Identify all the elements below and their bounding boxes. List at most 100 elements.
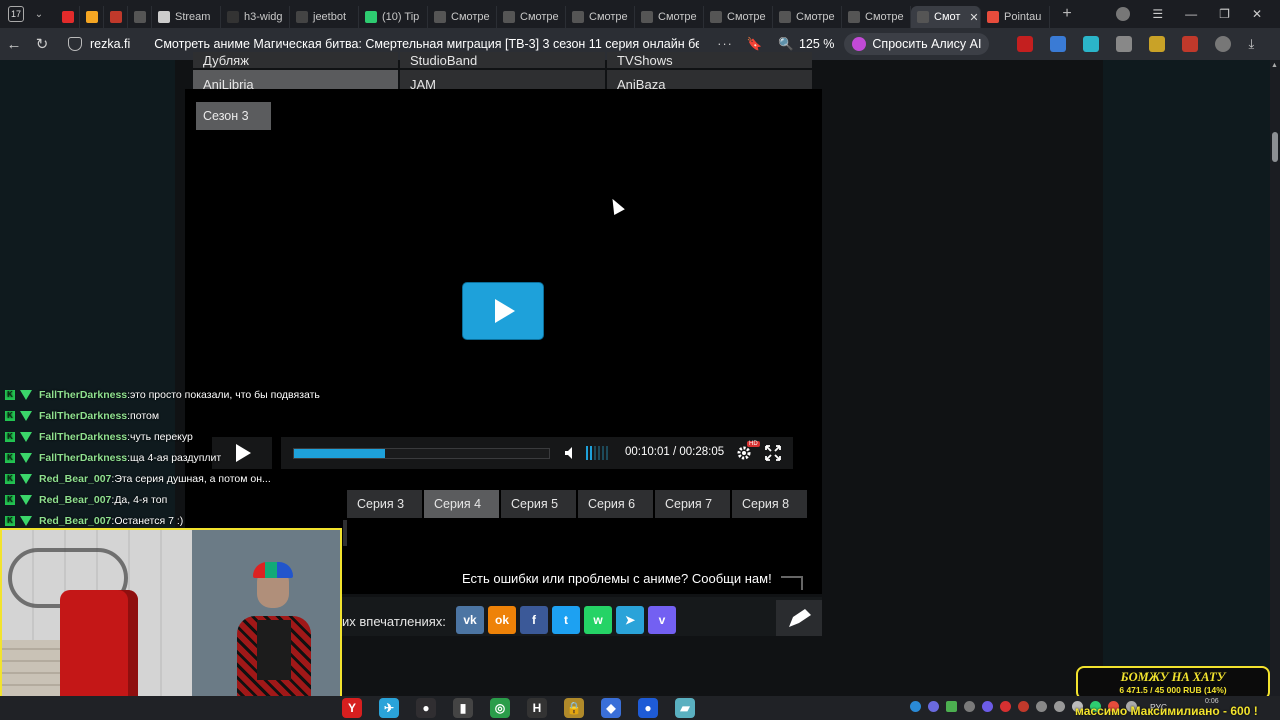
browser-tab[interactable]: jeetbot bbox=[290, 6, 359, 28]
ok-icon[interactable]: ok bbox=[488, 606, 516, 634]
browser-tab[interactable]: Смотре bbox=[773, 6, 842, 28]
viber-icon[interactable]: v bbox=[648, 606, 676, 634]
yandex-icon[interactable]: Y bbox=[342, 698, 362, 718]
episode-button[interactable]: Серия 4 bbox=[424, 490, 499, 518]
tray-icon-6[interactable] bbox=[1000, 701, 1011, 712]
window-icon[interactable]: ▰ bbox=[675, 698, 695, 718]
browser-tab[interactable] bbox=[80, 6, 104, 28]
minimize-button[interactable]: — bbox=[1185, 7, 1197, 21]
tab-counter[interactable]: 17 bbox=[8, 6, 24, 22]
vk-icon[interactable]: vk bbox=[456, 606, 484, 634]
reload-button[interactable]: ↻ bbox=[28, 35, 56, 53]
volume-bar bbox=[590, 446, 592, 460]
extension-icon-3[interactable] bbox=[1149, 36, 1166, 52]
glasses-icon[interactable] bbox=[1116, 36, 1133, 52]
season-button[interactable]: Сезон 3 bbox=[196, 102, 271, 130]
scrollbar[interactable]: ▲ bbox=[1270, 60, 1280, 696]
tray-icon-1[interactable] bbox=[910, 701, 921, 712]
scroll-thumb[interactable] bbox=[1272, 132, 1278, 162]
profile-icon[interactable] bbox=[1116, 7, 1131, 21]
zoom-indicator[interactable]: 🔍 125 % bbox=[778, 37, 834, 52]
episode-button[interactable]: Серия 7 bbox=[655, 490, 730, 518]
tab-label: Pointau bbox=[1004, 11, 1042, 23]
hashtag-icon[interactable]: H bbox=[527, 698, 547, 718]
tray-icon-8[interactable] bbox=[1036, 701, 1047, 712]
tray-icon-2[interactable] bbox=[928, 701, 939, 712]
chrome-icon[interactable]: ◎ bbox=[490, 698, 510, 718]
extension-icon-1[interactable] bbox=[1017, 36, 1034, 52]
twitter-icon[interactable]: t bbox=[552, 606, 580, 634]
tab-favicon-icon bbox=[227, 11, 239, 23]
lock-icon[interactable]: 🔒 bbox=[564, 698, 584, 718]
browser-tab[interactable] bbox=[56, 6, 80, 28]
obs-icon[interactable]: ● bbox=[416, 698, 436, 718]
new-tab-button[interactable]: + bbox=[1056, 3, 1078, 25]
gem-badge-icon bbox=[20, 389, 32, 400]
tray-icon-4[interactable] bbox=[964, 701, 975, 712]
browser-tab[interactable]: Смотре bbox=[704, 6, 773, 28]
tray-icon-5[interactable] bbox=[982, 701, 993, 712]
close-icon[interactable]: ✕ bbox=[969, 11, 978, 24]
tray-icon-7[interactable] bbox=[1018, 701, 1029, 712]
browser-tab[interactable]: h3-widg bbox=[221, 6, 290, 28]
browser-tab[interactable]: Смотре bbox=[842, 6, 911, 28]
browser-tab[interactable]: (10) Tip bbox=[359, 6, 428, 28]
report-problem-link[interactable]: Есть ошибки или проблемы с аниме? Сообщи… bbox=[462, 571, 772, 586]
browser-tab[interactable] bbox=[104, 6, 128, 28]
chevron-down-icon[interactable]: ⌄ bbox=[30, 9, 48, 20]
whatsapp-icon[interactable]: w bbox=[584, 606, 612, 634]
browser-tab[interactable]: Смот ✕ bbox=[911, 6, 981, 28]
translator-option[interactable]: StudioBand bbox=[400, 52, 605, 68]
chat-text: чуть перекур bbox=[130, 430, 193, 443]
gear-icon[interactable] bbox=[736, 445, 752, 461]
translate-icon[interactable] bbox=[1050, 36, 1067, 52]
download-icon[interactable]: ⤓ bbox=[1248, 36, 1264, 52]
browser-tab[interactable]: Смотре bbox=[566, 6, 635, 28]
telegram-taskbar-icon[interactable]: ✈ bbox=[379, 698, 399, 718]
ask-alisa-button[interactable]: Спросить Алису AI bbox=[844, 33, 990, 55]
report-corner-decoration bbox=[781, 576, 803, 590]
facebook-icon[interactable]: f bbox=[520, 606, 548, 634]
translator-option[interactable]: TVShows bbox=[607, 52, 812, 68]
episode-button[interactable]: Серия 3 bbox=[347, 490, 422, 518]
episode-button[interactable]: Серия 6 bbox=[578, 490, 653, 518]
telegram-icon[interactable]: ➤ bbox=[616, 606, 644, 634]
menu-icon[interactable]: ☰ bbox=[1152, 7, 1163, 21]
extension-icon-4[interactable] bbox=[1182, 36, 1199, 52]
tab-favicon-icon bbox=[62, 11, 74, 23]
browser-tab[interactable]: Смотре bbox=[635, 6, 704, 28]
diamond-icon[interactable]: ◆ bbox=[601, 698, 621, 718]
extension-icon-2[interactable] bbox=[1083, 36, 1100, 52]
episode-button[interactable]: Серия 5 bbox=[501, 490, 576, 518]
more-icon[interactable]: ··· bbox=[717, 37, 733, 51]
speaker-icon[interactable] bbox=[564, 446, 578, 460]
media-icon[interactable] bbox=[1215, 36, 1232, 52]
edit-icon[interactable] bbox=[776, 600, 822, 636]
back-button[interactable]: ← bbox=[0, 36, 28, 53]
scroll-up-icon[interactable]: ▲ bbox=[1271, 62, 1278, 69]
browser-tab[interactable]: Смотре bbox=[428, 6, 497, 28]
restore-button[interactable]: ❐ bbox=[1219, 7, 1230, 21]
episode-button[interactable]: Серия 8 bbox=[732, 490, 807, 518]
tab-favicon-icon bbox=[779, 11, 791, 23]
url-domain[interactable]: rezka.fi bbox=[90, 37, 130, 51]
tray-icon-3[interactable] bbox=[946, 701, 957, 712]
t-shirt bbox=[257, 620, 291, 680]
browser-tab[interactable]: Pointau bbox=[981, 6, 1050, 28]
big-play-button[interactable] bbox=[463, 283, 543, 339]
page-title[interactable]: Смотреть аниме Магическая битва: Смертел… bbox=[154, 37, 699, 51]
volume-slider[interactable] bbox=[586, 446, 608, 460]
chat-bubble-icon[interactable]: ● bbox=[638, 698, 658, 718]
translator-option[interactable]: Дубляж bbox=[193, 52, 398, 68]
close-window-button[interactable]: ✕ bbox=[1252, 7, 1262, 21]
chat-text: это просто показали, что бы подвязать bbox=[130, 388, 320, 401]
browser-tab[interactable]: Смотре bbox=[497, 6, 566, 28]
notepad-icon[interactable]: ▮ bbox=[453, 698, 473, 718]
fullscreen-icon[interactable] bbox=[765, 445, 781, 461]
shield-icon[interactable] bbox=[68, 37, 82, 51]
browser-tab[interactable]: Stream bbox=[152, 6, 221, 28]
browser-tab[interactable] bbox=[128, 6, 152, 28]
tray-icon-9[interactable] bbox=[1054, 701, 1065, 712]
kick-badge-icon: K bbox=[5, 494, 15, 505]
bookmark-icon[interactable]: 🔖 bbox=[747, 37, 763, 52]
